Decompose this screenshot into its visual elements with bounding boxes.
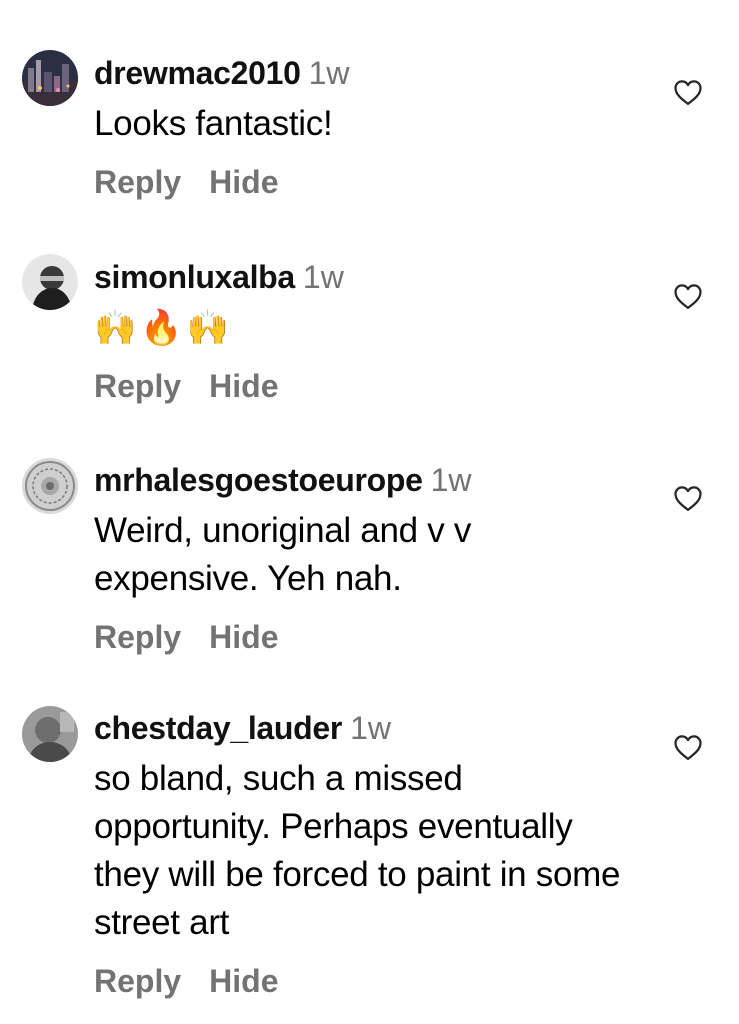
grey-portrait-photo-icon: [22, 706, 78, 762]
timestamp: 1w: [302, 259, 344, 295]
username[interactable]: simonluxalba: [94, 259, 295, 295]
avatar[interactable]: [22, 706, 78, 762]
heart-outline-icon[interactable]: [673, 282, 703, 310]
ornate-seal-photo-icon: [22, 458, 78, 514]
username[interactable]: chestday_lauder: [94, 710, 342, 746]
comment-text: 🙌🔥🙌: [94, 309, 234, 347]
comment-text: Looks fantastic!: [94, 104, 333, 143]
hide-button[interactable]: Hide: [209, 619, 278, 655]
username[interactable]: mrhalesgoestoeurope: [94, 462, 423, 498]
heart-outline-icon[interactable]: [673, 484, 703, 512]
avatar[interactable]: [22, 254, 78, 310]
hide-button[interactable]: Hide: [209, 963, 278, 999]
reply-button[interactable]: Reply: [94, 164, 181, 200]
reply-button[interactable]: Reply: [94, 963, 181, 999]
timestamp: 1w: [308, 55, 350, 91]
timestamp: 1w: [350, 710, 391, 746]
city-night-photo-icon: [22, 50, 78, 106]
heart-outline-icon[interactable]: [673, 733, 703, 761]
heart-outline-icon[interactable]: [673, 78, 703, 106]
comment-text: Weird, unoriginal and v v expensive. Yeh…: [94, 511, 472, 598]
comment-text: so bland, such a missed opportunity. Per…: [94, 759, 621, 942]
hide-button[interactable]: Hide: [209, 164, 278, 200]
hide-button[interactable]: Hide: [209, 368, 278, 404]
avatar[interactable]: [22, 50, 78, 106]
avatar[interactable]: [22, 458, 78, 514]
reply-button[interactable]: Reply: [94, 368, 181, 404]
username[interactable]: drewmac2010: [94, 55, 301, 91]
bw-portrait-photo-icon: [22, 254, 78, 310]
timestamp: 1w: [430, 462, 472, 498]
reply-button[interactable]: Reply: [94, 619, 181, 655]
